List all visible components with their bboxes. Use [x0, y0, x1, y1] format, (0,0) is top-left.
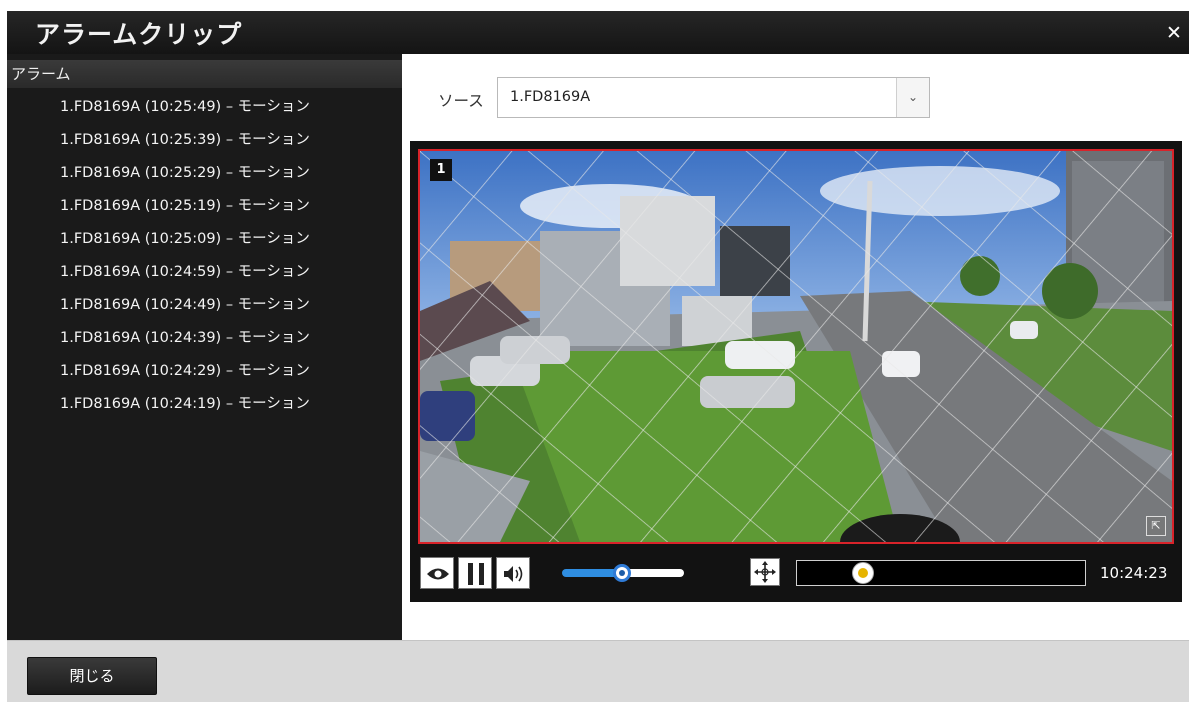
ptz-move-icon[interactable] — [750, 558, 780, 586]
alarm-panel-header: アラーム — [7, 60, 402, 88]
eye-icon[interactable] — [420, 557, 454, 589]
source-selected-value: 1.FD8169A — [510, 89, 591, 105]
dialog-title: アラームクリップ — [35, 20, 243, 49]
volume-slider[interactable] — [562, 563, 684, 583]
close-icon[interactable]: ✕ — [1165, 23, 1183, 43]
alarm-list-item[interactable]: 1.FD8169A (10:25:19) – モーション — [7, 190, 402, 223]
alarm-panel: アラーム 1.FD8169A (10:25:49) – モーション 1.FD81… — [7, 54, 402, 640]
alarm-list-item[interactable]: 1.FD8169A (10:25:09) – モーション — [7, 223, 402, 256]
timeline-knob[interactable] — [852, 562, 874, 584]
alarm-list-item[interactable]: 1.FD8169A (10:25:39) – モーション — [7, 124, 402, 157]
dialog-titlebar: アラームクリップ ✕ — [7, 11, 1189, 54]
alarm-list-item[interactable]: 1.FD8169A (10:25:29) – モーション — [7, 157, 402, 190]
volume-slider-track — [622, 569, 684, 577]
close-button[interactable]: 閉じる — [27, 657, 157, 695]
camera-video-image — [420, 151, 1172, 542]
dialog-footer: 閉じる — [7, 640, 1189, 702]
volume-slider-knob[interactable] — [613, 564, 631, 582]
pause-icon[interactable] — [458, 557, 492, 589]
alarm-list-item[interactable]: 1.FD8169A (10:24:49) – モーション — [7, 289, 402, 322]
source-label: ソース — [438, 92, 484, 110]
alarm-list-item[interactable]: 1.FD8169A (10:24:39) – モーション — [7, 322, 402, 355]
alarm-list-item[interactable]: 1.FD8169A (10:24:59) – モーション — [7, 256, 402, 289]
alarm-list-item[interactable]: 1.FD8169A (10:25:49) – モーション — [7, 91, 402, 124]
alarm-clip-dialog: アラームクリップ ✕ アラーム 1.FD8169A (10:25:49) – モ… — [0, 0, 1189, 702]
playback-panel: ソース 1.FD8169A ⌄ 1 ⇱ 10:24:23 — [402, 54, 1189, 640]
playback-timeline[interactable] — [796, 560, 1086, 586]
alarm-list-item[interactable]: 1.FD8169A (10:24:19) – モーション — [7, 388, 402, 421]
fullscreen-icon[interactable]: ⇱ — [1146, 516, 1166, 536]
chevron-down-icon[interactable]: ⌄ — [896, 78, 929, 117]
alarm-list-item[interactable]: 1.FD8169A (10:24:29) – モーション — [7, 355, 402, 388]
speaker-icon[interactable] — [496, 557, 530, 589]
video-frame[interactable]: 1 ⇱ — [418, 149, 1174, 544]
video-player: 1 ⇱ 10:24:23 — [410, 141, 1182, 602]
alarm-list: 1.FD8169A (10:25:49) – モーション 1.FD8169A (… — [7, 91, 402, 421]
playback-timestamp: 10:24:23 — [1100, 564, 1168, 582]
source-select[interactable]: 1.FD8169A ⌄ — [497, 77, 930, 118]
camera-number-badge: 1 — [430, 159, 452, 181]
